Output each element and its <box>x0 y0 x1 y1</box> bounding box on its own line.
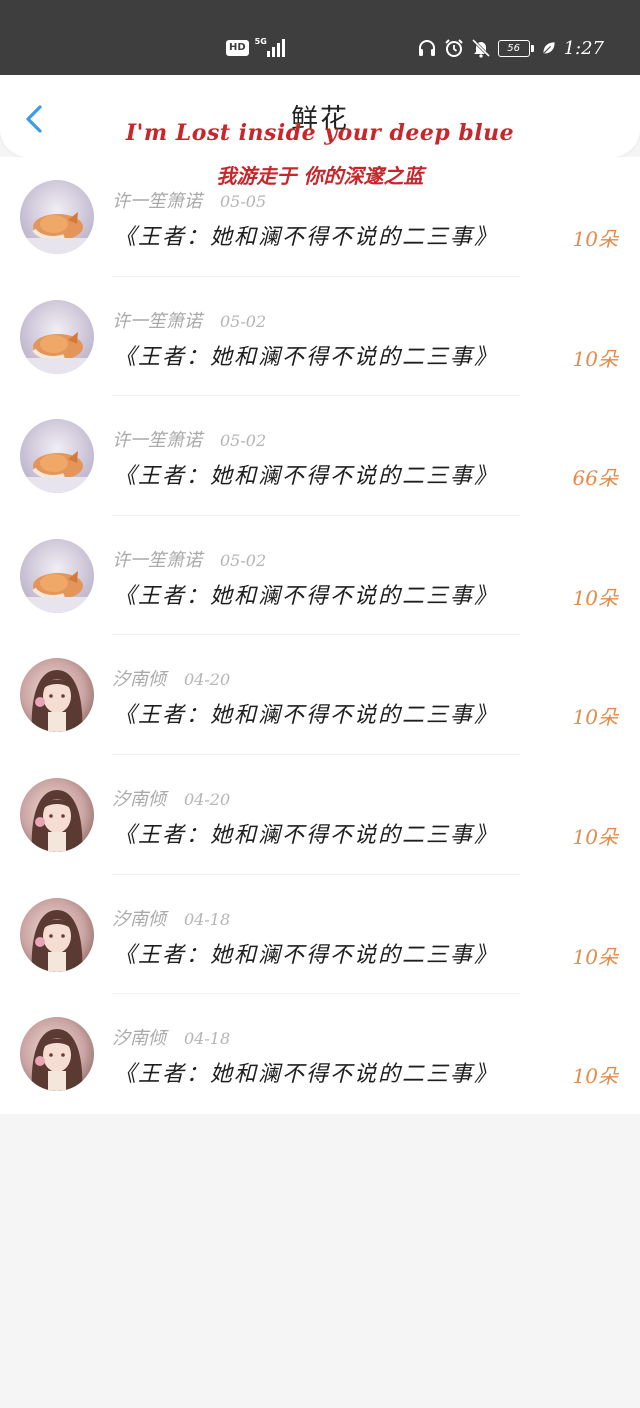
mute-bell-icon <box>471 38 490 58</box>
sender-name[interactable]: 许一笙箫诺 <box>112 550 202 571</box>
list-item[interactable]: 汐南倾 04-18 《王者：她和澜不得不说的二三事》 10朵 <box>0 875 640 995</box>
avatar[interactable] <box>20 180 94 254</box>
network-type: 5G <box>254 37 267 46</box>
flower-count: 10朵 <box>572 705 618 730</box>
book-title: 《王者：她和澜不得不说的二三事》 <box>114 583 499 609</box>
sender-name[interactable]: 许一笙箫诺 <box>112 191 202 212</box>
avatar[interactable] <box>20 777 94 852</box>
avatar[interactable] <box>20 538 94 613</box>
avatar[interactable] <box>20 299 94 374</box>
list-item[interactable]: 汐南倾 04-18 《王者：她和澜不得不说的二三事》 10朵 <box>0 994 640 1114</box>
sender-name[interactable]: 许一笙箫诺 <box>112 311 202 332</box>
gift-date: 04-18 <box>184 1029 231 1049</box>
overlay-caption-chinese: 我游走于 你的深邃之蓝 <box>216 164 424 188</box>
gift-date: 05-02 <box>220 550 267 570</box>
battery-icon: 56 <box>497 39 534 57</box>
sender-line: 汐南倾 04-18 <box>112 905 230 931</box>
list-item[interactable]: 汐南倾 04-20 《王者：她和澜不得不说的二三事》 10朵 <box>0 635 640 755</box>
list-item[interactable]: 许一笙箫诺 05-02 《王者：她和澜不得不说的二三事》 10朵 <box>0 516 640 636</box>
book-title: 《王者：她和澜不得不说的二三事》 <box>114 942 499 968</box>
sender-name[interactable]: 汐南倾 <box>112 669 166 690</box>
book-title: 《王者：她和澜不得不说的二三事》 <box>114 225 499 250</box>
leaf-icon <box>542 42 555 54</box>
gift-date: 05-02 <box>220 311 267 331</box>
flower-count: 10朵 <box>572 824 618 849</box>
hd-badge: HD <box>226 40 249 56</box>
signal-icon: 5G <box>255 37 285 59</box>
book-title: 《王者：她和澜不得不说的二三事》 <box>114 344 499 370</box>
avatar[interactable] <box>20 1017 94 1092</box>
list-item[interactable]: 许一笙箫诺 05-02 《王者：她和澜不得不说的二三事》 66朵 <box>0 396 640 516</box>
gift-date: 04-20 <box>184 789 231 809</box>
gift-date: 05-02 <box>220 431 267 451</box>
avatar[interactable] <box>20 658 94 733</box>
sender-name[interactable]: 汐南倾 <box>112 1028 166 1049</box>
gift-date: 05-05 <box>220 192 267 211</box>
sender-name[interactable]: 许一笙箫诺 <box>112 430 202 451</box>
alarm-icon <box>444 39 463 57</box>
status-left: HD 5G <box>226 36 285 60</box>
clock-time: 1:27 <box>563 37 604 59</box>
headphones-icon <box>418 40 435 56</box>
book-title: 《王者：她和澜不得不说的二三事》 <box>114 822 499 848</box>
flower-count: 10朵 <box>572 585 618 610</box>
sender-line: 汐南倾 04-20 <box>112 665 230 691</box>
sender-line: 许一笙箫诺 05-02 <box>112 546 266 572</box>
sender-name[interactable]: 汐南倾 <box>112 789 166 810</box>
flower-count: 66朵 <box>572 466 618 491</box>
book-title: 《王者：她和澜不得不说的二三事》 <box>114 703 499 729</box>
status-right: 56 1:27 <box>417 36 604 60</box>
sender-line: 汐南倾 04-20 <box>112 785 230 811</box>
flower-count: 10朵 <box>572 1064 618 1089</box>
list-item[interactable]: 汐南倾 04-20 《王者：她和澜不得不说的二三事》 10朵 <box>0 755 640 875</box>
sender-line: 许一笙箫诺 05-02 <box>112 307 266 333</box>
list-item[interactable]: 许一笙箫诺 05-02 《王者：她和澜不得不说的二三事》 10朵 <box>0 277 640 397</box>
avatar[interactable] <box>20 897 94 972</box>
book-title: 《王者：她和澜不得不说的二三事》 <box>114 1062 499 1088</box>
flower-count: 10朵 <box>572 346 618 371</box>
sender-line: 汐南倾 04-18 <box>112 1024 230 1050</box>
sender-line: 许一笙箫诺 05-05 <box>112 187 266 213</box>
avatar[interactable] <box>20 419 94 494</box>
sender-line: 许一笙箫诺 05-02 <box>112 426 266 452</box>
sender-name[interactable]: 汐南倾 <box>112 909 166 930</box>
book-title: 《王者：她和澜不得不说的二三事》 <box>114 464 499 490</box>
flower-count: 10朵 <box>572 944 618 969</box>
flower-count: 10朵 <box>572 227 618 251</box>
overlay-caption-english: I'm Lost inside your deep blue <box>125 120 515 146</box>
status-bar: HD 5G 56 1:27 <box>0 0 640 75</box>
gift-date: 04-18 <box>184 909 231 929</box>
gift-date: 04-20 <box>184 670 231 690</box>
flower-list: 许一笙箫诺 05-05 《王者：她和澜不得不说的二三事》 10朵 许一笙箫诺 05-02 《… <box>0 157 640 1114</box>
